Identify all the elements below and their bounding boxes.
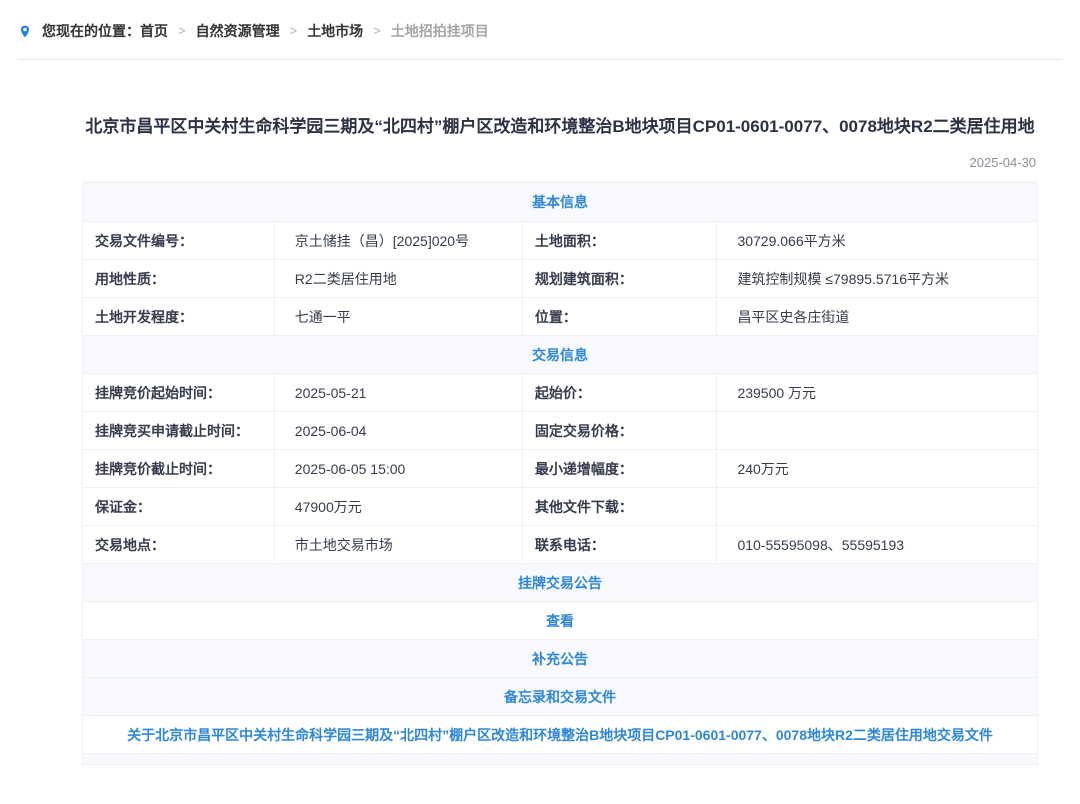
main-content: 北京市昌平区中关村生命科学园三期及“北四村”棚户区改造和环境整治B地块项目CP0… — [82, 114, 1038, 765]
field-value: 建筑控制规模 ≤79895.5716平方米 — [716, 260, 1037, 297]
section-header-row: 交易信息 — [83, 335, 1037, 373]
field-value — [716, 412, 1037, 449]
detail-table: 基本信息 交易文件编号： 京土储挂（昌）[2025]020号 土地面积： 307… — [82, 182, 1038, 765]
page-title: 北京市昌平区中关村生命科学园三期及“北四村”棚户区改造和环境整治B地块项目CP0… — [82, 114, 1038, 140]
section-title: 备忘录和交易文件 — [504, 687, 616, 707]
field-value: 昌平区史各庄街道 — [716, 298, 1037, 335]
breadcrumb-item-land-market[interactable]: 土地市场 — [307, 21, 363, 41]
field-label: 交易地点： — [83, 526, 274, 563]
section-header-row: 补充公告 — [83, 639, 1037, 677]
section-title: 交易信息 — [532, 345, 588, 365]
link-row: 查看 — [83, 601, 1037, 639]
header-divider — [18, 59, 1062, 60]
field-label: 土地面积： — [522, 222, 717, 259]
section-title: 挂牌交易公告 — [518, 573, 602, 593]
field-value: 240万元 — [716, 450, 1037, 487]
breadcrumb-separator: > — [178, 21, 186, 41]
field-label: 规划建筑面积： — [522, 260, 717, 297]
breadcrumb-item-home[interactable]: 首页 — [140, 21, 168, 41]
field-value: 京土储挂（昌）[2025]020号 — [274, 222, 522, 259]
publish-date: 2025-04-30 — [82, 154, 1036, 172]
table-row: 交易文件编号： 京土储挂（昌）[2025]020号 土地面积： 30729.06… — [83, 221, 1037, 259]
section-header-row: 挂牌交易公告 — [83, 563, 1037, 601]
field-label: 挂牌竞买申请截止时间： — [83, 412, 274, 449]
field-value: 2025-05-21 — [274, 374, 522, 411]
breadcrumb-separator: > — [290, 21, 298, 41]
table-row: 交易地点： 市土地交易市场 联系电话： 010-55595098、5559519… — [83, 525, 1037, 563]
table-row: 用地性质： R2二类居住用地 规划建筑面积： 建筑控制规模 ≤79895.571… — [83, 259, 1037, 297]
field-label: 位置： — [522, 298, 717, 335]
field-value: 2025-06-04 — [274, 412, 522, 449]
table-row: 挂牌竞价截止时间： 2025-06-05 15:00 最小递增幅度： 240万元 — [83, 449, 1037, 487]
field-value: 七通一平 — [274, 298, 522, 335]
table-row: 保证金： 47900万元 其他文件下载： — [83, 487, 1037, 525]
field-value: 239500 万元 — [716, 374, 1037, 411]
field-label: 交易文件编号： — [83, 222, 274, 259]
field-label: 保证金： — [83, 488, 274, 525]
field-value: 2025-06-05 15:00 — [274, 450, 522, 487]
transaction-file-link[interactable]: 关于北京市昌平区中关村生命科学园三期及“北四村”棚户区改造和环境整治B地块项目C… — [127, 725, 993, 745]
field-label: 用地性质： — [83, 260, 274, 297]
field-label: 其他文件下载： — [522, 488, 717, 525]
breadcrumb: 您现在的位置： 首页 > 自然资源管理 > 土地市场 > 土地招拍挂项目 — [0, 0, 1080, 41]
field-label: 最小递增幅度： — [522, 450, 717, 487]
breadcrumb-separator: > — [373, 21, 381, 41]
breadcrumb-prefix: 您现在的位置： — [42, 21, 140, 41]
field-label: 起始价： — [522, 374, 717, 411]
table-row: 挂牌竞买申请截止时间： 2025-06-04 固定交易价格： — [83, 411, 1037, 449]
field-value: 010-55595098、55595193 — [716, 526, 1037, 563]
field-value — [716, 488, 1037, 525]
section-header-row-partial — [83, 753, 1037, 764]
field-value: 30729.066平方米 — [716, 222, 1037, 259]
link-row: 关于北京市昌平区中关村生命科学园三期及“北四村”棚户区改造和环境整治B地块项目C… — [83, 715, 1037, 753]
field-value: 市土地交易市场 — [274, 526, 522, 563]
section-header-row: 基本信息 — [83, 183, 1037, 221]
section-title: 基本信息 — [532, 192, 588, 212]
location-pin-icon — [18, 23, 32, 40]
section-header-row: 备忘录和交易文件 — [83, 677, 1037, 715]
breadcrumb-item-natural-resources[interactable]: 自然资源管理 — [196, 21, 280, 41]
view-link[interactable]: 查看 — [546, 611, 574, 631]
field-value: 47900万元 — [274, 488, 522, 525]
field-label: 固定交易价格： — [522, 412, 717, 449]
table-row: 挂牌竞价起始时间： 2025-05-21 起始价： 239500 万元 — [83, 373, 1037, 411]
field-label: 土地开发程度： — [83, 298, 274, 335]
field-label: 挂牌竞价截止时间： — [83, 450, 274, 487]
breadcrumb-item-current: 土地招拍挂项目 — [391, 21, 489, 41]
field-label: 挂牌竞价起始时间： — [83, 374, 274, 411]
section-title: 补充公告 — [532, 649, 588, 669]
field-label: 联系电话： — [522, 526, 717, 563]
table-row: 土地开发程度： 七通一平 位置： 昌平区史各庄街道 — [83, 297, 1037, 335]
field-value: R2二类居住用地 — [274, 260, 522, 297]
